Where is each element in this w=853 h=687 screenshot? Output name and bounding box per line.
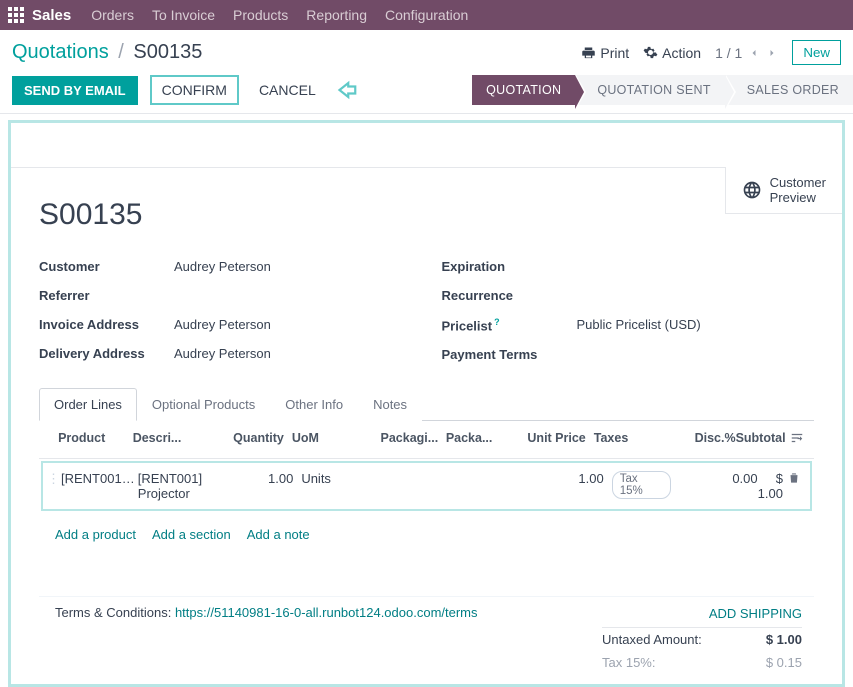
send-by-email-button[interactable]: SEND BY EMAIL [12, 76, 138, 105]
menu-to-invoice[interactable]: To Invoice [152, 7, 215, 23]
col-taxes: Taxes [586, 431, 652, 448]
col-packaging-i: Packagi... [381, 431, 446, 448]
delete-line-icon[interactable] [783, 471, 806, 488]
line-uom[interactable]: Units [301, 471, 392, 486]
col-disc: Disc.% [652, 431, 736, 448]
order-title: S00135 [39, 198, 814, 232]
line-header: Product Descri... Quantity UoM Packagi..… [39, 421, 814, 459]
apps-icon[interactable] [8, 7, 24, 23]
print-icon [581, 45, 596, 60]
chevron-left-icon[interactable] [748, 47, 760, 59]
add-product-link[interactable]: Add a product [55, 527, 136, 542]
tabs: Order Lines Optional Products Other Info… [39, 387, 814, 421]
col-subtotal: Subtotal [736, 431, 786, 448]
top-navbar: Sales Orders To Invoice Products Reporti… [0, 0, 853, 30]
col-product: Product [58, 431, 133, 448]
status-bar: QUOTATION QUOTATION SENT SALES ORDER [472, 75, 853, 105]
breadcrumb-sep: / [118, 41, 124, 63]
chevron-right-icon[interactable] [766, 47, 778, 59]
label-payment-terms: Payment Terms [442, 347, 577, 362]
print-action[interactable]: Print [581, 45, 629, 61]
cancel-button[interactable]: CANCEL [251, 76, 324, 104]
add-links: Add a product Add a section Add a note [39, 513, 814, 556]
label-invoice-addr: Invoice Address [39, 317, 174, 332]
value-pricelist[interactable]: Public Pricelist (USD) [577, 317, 701, 333]
line-subtotal: $ 1.00 [758, 471, 783, 501]
breadcrumb: Quotations / S00135 [12, 41, 202, 64]
menu-reporting[interactable]: Reporting [306, 7, 367, 23]
line-unit-price[interactable]: 1.00 [537, 471, 604, 486]
new-button[interactable]: New [792, 40, 841, 65]
value-customer[interactable]: Audrey Peterson [174, 259, 271, 274]
tab-other-info[interactable]: Other Info [270, 388, 358, 421]
untaxed-label: Untaxed Amount: [602, 632, 702, 647]
tax-amount: $ 0.15 [766, 655, 802, 670]
order-line-row[interactable]: ⋮⋮ [RENT001] ... [RENT001] Projector 1.0… [43, 463, 810, 509]
breadcrumb-current: S00135 [133, 41, 202, 63]
form-body: Customer Preview S00135 CustomerAudrey P… [8, 120, 845, 687]
add-shipping-link[interactable]: ADD SHIPPING [602, 600, 802, 628]
label-referrer: Referrer [39, 288, 174, 303]
label-recurrence: Recurrence [442, 288, 577, 303]
highlight-arrow-icon [336, 76, 364, 104]
tab-order-lines[interactable]: Order Lines [39, 388, 137, 421]
gear-icon [643, 45, 658, 60]
print-label: Print [600, 45, 629, 61]
breadcrumb-root[interactable]: Quotations [12, 41, 109, 63]
add-section-link[interactable]: Add a section [152, 527, 231, 542]
line-qty[interactable]: 1.00 [234, 471, 302, 486]
pager: 1 / 1 [715, 45, 778, 61]
col-unit-price: Unit Price [520, 431, 585, 448]
menu-products[interactable]: Products [233, 7, 288, 23]
columns-config-icon[interactable] [786, 431, 808, 448]
action-bar: SEND BY EMAIL CONFIRM CANCEL QUOTATION Q… [0, 71, 853, 114]
tab-notes[interactable]: Notes [358, 388, 422, 421]
untaxed-amount: $ 1.00 [766, 632, 802, 647]
status-sales-order[interactable]: SALES ORDER [725, 75, 853, 105]
globe-icon [742, 180, 762, 200]
col-quantity: Quantity [226, 431, 292, 448]
add-note-link[interactable]: Add a note [247, 527, 310, 542]
label-pricelist: Pricelist? [442, 317, 577, 333]
line-taxes[interactable]: Tax 15% [604, 471, 672, 499]
value-invoice-addr[interactable]: Audrey Peterson [174, 317, 271, 332]
status-quotation-sent[interactable]: QUOTATION SENT [575, 75, 724, 105]
line-description[interactable]: [RENT001] Projector [138, 471, 234, 501]
preview-line1: Customer [770, 175, 826, 190]
pager-text: 1 / 1 [715, 45, 742, 61]
label-delivery-addr: Delivery Address [39, 346, 174, 361]
menu-orders[interactable]: Orders [91, 7, 134, 23]
customer-preview-button[interactable]: Customer Preview [725, 167, 842, 214]
line-disc[interactable]: 0.00 [671, 471, 757, 486]
preview-line2: Preview [770, 190, 826, 205]
label-expiration: Expiration [442, 259, 577, 274]
header-actions: Print Action 1 / 1 New [581, 40, 841, 65]
line-product[interactable]: [RENT001] ... [61, 471, 138, 486]
breadcrumb-row: Quotations / S00135 Print Action 1 / 1 N… [0, 30, 853, 71]
tab-optional-products[interactable]: Optional Products [137, 388, 270, 421]
menu-configuration[interactable]: Configuration [385, 7, 468, 23]
status-quotation[interactable]: QUOTATION [472, 75, 575, 105]
line-row-highlight: ⋮⋮ [RENT001] ... [RENT001] Projector 1.0… [41, 461, 812, 511]
col-uom: UoM [292, 431, 381, 448]
action-label: Action [662, 45, 701, 61]
confirm-button[interactable]: CONFIRM [150, 75, 239, 105]
col-packaging-a: Packa... [446, 431, 521, 448]
totals-box: ADD SHIPPING Untaxed Amount: $ 1.00 Tax … [602, 600, 802, 674]
label-customer: Customer [39, 259, 174, 274]
app-title[interactable]: Sales [32, 7, 71, 24]
drag-handle-icon[interactable]: ⋮⋮ [47, 471, 61, 487]
action-menu[interactable]: Action [643, 45, 701, 61]
value-delivery-addr[interactable]: Audrey Peterson [174, 346, 271, 361]
col-description: Descri... [133, 431, 226, 448]
tax-label: Tax 15%: [602, 655, 655, 670]
help-icon[interactable]: ? [494, 317, 500, 327]
terms-link[interactable]: https://51140981-16-0-all.runbot124.odoo… [175, 605, 478, 620]
terms-label: Terms & Conditions: [55, 605, 171, 620]
